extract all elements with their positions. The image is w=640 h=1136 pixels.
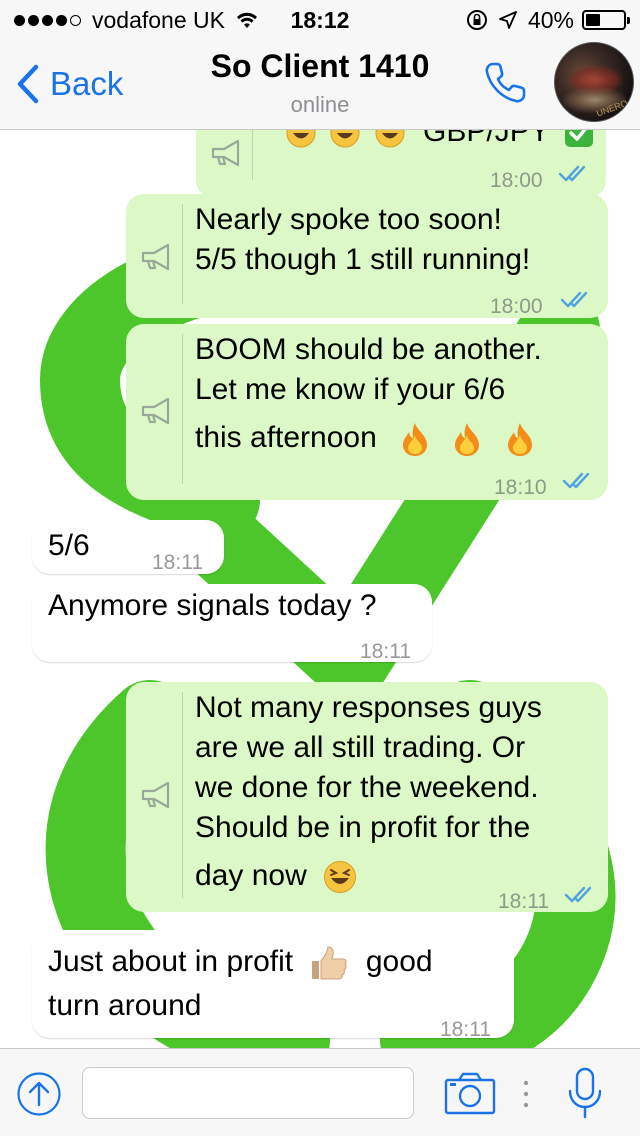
location-arrow-icon xyxy=(499,11,517,29)
grinning-emoji xyxy=(375,130,405,148)
avatar-image: UNERO xyxy=(595,98,629,119)
message-text: Just about in profit good turn around xyxy=(48,942,433,1026)
fire-emoji xyxy=(455,423,480,457)
grinning-emoji xyxy=(286,130,316,148)
megaphone-icon xyxy=(141,397,170,425)
message-time: 18:11 xyxy=(360,640,411,663)
battery-level xyxy=(586,14,601,26)
read-receipt-icon xyxy=(562,472,590,489)
presence-status: online xyxy=(290,92,350,117)
message-time: 18:11 xyxy=(152,551,203,574)
message-line: Nearly spoke too soon! xyxy=(195,203,502,236)
message-time: 18:00 xyxy=(490,295,543,318)
message-time: 18:10 xyxy=(494,476,547,499)
battery-icon xyxy=(582,10,630,30)
check-mark-emoji xyxy=(564,130,593,148)
message-line: 5/6 xyxy=(48,529,90,562)
thumbs-up-emoji xyxy=(311,946,347,980)
message-line: day now xyxy=(195,859,307,892)
message-bubble-outgoing[interactable]: Not many responses guys are we all still… xyxy=(126,682,608,913)
microphone-icon[interactable] xyxy=(566,1067,604,1119)
message-time: 18:11 xyxy=(498,890,549,913)
read-receipt-icon xyxy=(560,291,588,308)
message-text: 5/6 xyxy=(48,526,90,566)
message-line: Not many responses guys xyxy=(195,691,542,724)
composer-bar xyxy=(0,1048,640,1136)
message-line: Just about in profit xyxy=(48,945,294,978)
message-line: we done for the weekend. xyxy=(195,771,539,804)
status-bar: vodafone UK 18:12 40% xyxy=(0,0,640,40)
message-text: Anymore signals today ? xyxy=(48,586,377,626)
grinning-emoji xyxy=(330,130,360,148)
battery-percent: 40% xyxy=(527,7,574,33)
message-bubble-incoming[interactable]: Anymore signals today ? 18:11 xyxy=(32,584,432,663)
message-line: this afternoon xyxy=(195,421,377,454)
message-bubble-outgoing[interactable]: Nearly spoke too soon! 5/5 though 1 stil… xyxy=(126,194,608,318)
message-line: turn around xyxy=(48,989,202,1022)
more-options-icon[interactable] xyxy=(522,1079,530,1109)
orientation-lock-icon xyxy=(466,10,487,30)
broadcast-divider xyxy=(182,692,183,898)
message-line: BOOM should be another. xyxy=(195,333,542,366)
status-right: 40% xyxy=(466,0,630,40)
broadcast-divider xyxy=(182,204,183,304)
megaphone-icon xyxy=(211,139,240,167)
broadcast-divider xyxy=(252,130,253,180)
camera-icon[interactable] xyxy=(444,1071,496,1115)
message-text: GBP/JPY xyxy=(280,130,594,152)
message-line: Should be in profit for the xyxy=(195,811,531,844)
contact-avatar[interactable]: UNERO xyxy=(554,42,634,122)
message-text: BOOM should be another. Let me know if y… xyxy=(195,330,542,458)
message-bubble-incoming[interactable]: 5/6 18:11 xyxy=(32,520,224,574)
message-line: GBP/JPY xyxy=(423,130,550,148)
read-receipt-icon xyxy=(564,886,592,903)
message-line: 5/5 though 1 still running! xyxy=(195,243,531,276)
message-text: Not many responses guys are we all still… xyxy=(195,688,542,896)
arrow-up-circle-icon[interactable] xyxy=(16,1071,62,1117)
message-input[interactable] xyxy=(82,1067,414,1119)
message-line: good xyxy=(365,945,433,978)
fire-emoji xyxy=(403,423,428,457)
message-list[interactable]: GBP/JPY 18:00 Nearly spoke too soon! 5/5… xyxy=(0,130,640,1048)
megaphone-icon xyxy=(141,243,170,271)
broadcast-divider xyxy=(182,334,183,484)
message-line: Anymore signals today ? xyxy=(48,589,377,622)
megaphone-icon xyxy=(141,781,170,809)
message-line: are we all still trading. Or xyxy=(195,731,526,764)
phone-icon[interactable] xyxy=(480,58,530,108)
message-text: Nearly spoke too soon! 5/5 though 1 stil… xyxy=(195,200,530,280)
message-line: Let me know if your 6/6 xyxy=(195,373,506,406)
laughing-emoji xyxy=(324,861,357,894)
contact-name[interactable]: So Client 1410 xyxy=(0,48,640,85)
conversation-header: Back So Client 1410 online UNERO xyxy=(0,40,640,130)
avatar-label: UNERO xyxy=(595,98,629,119)
fire-emoji xyxy=(507,423,532,457)
message-time: 18:11 xyxy=(440,1018,491,1041)
message-bubble-incoming[interactable]: Just about in profit good turn around 18… xyxy=(32,930,514,1041)
message-bubble-outgoing[interactable]: BOOM should be another. Let me know if y… xyxy=(126,324,608,500)
message-bubble-outgoing[interactable]: GBP/JPY 18:00 xyxy=(196,130,606,198)
read-receipt-icon xyxy=(558,165,586,182)
